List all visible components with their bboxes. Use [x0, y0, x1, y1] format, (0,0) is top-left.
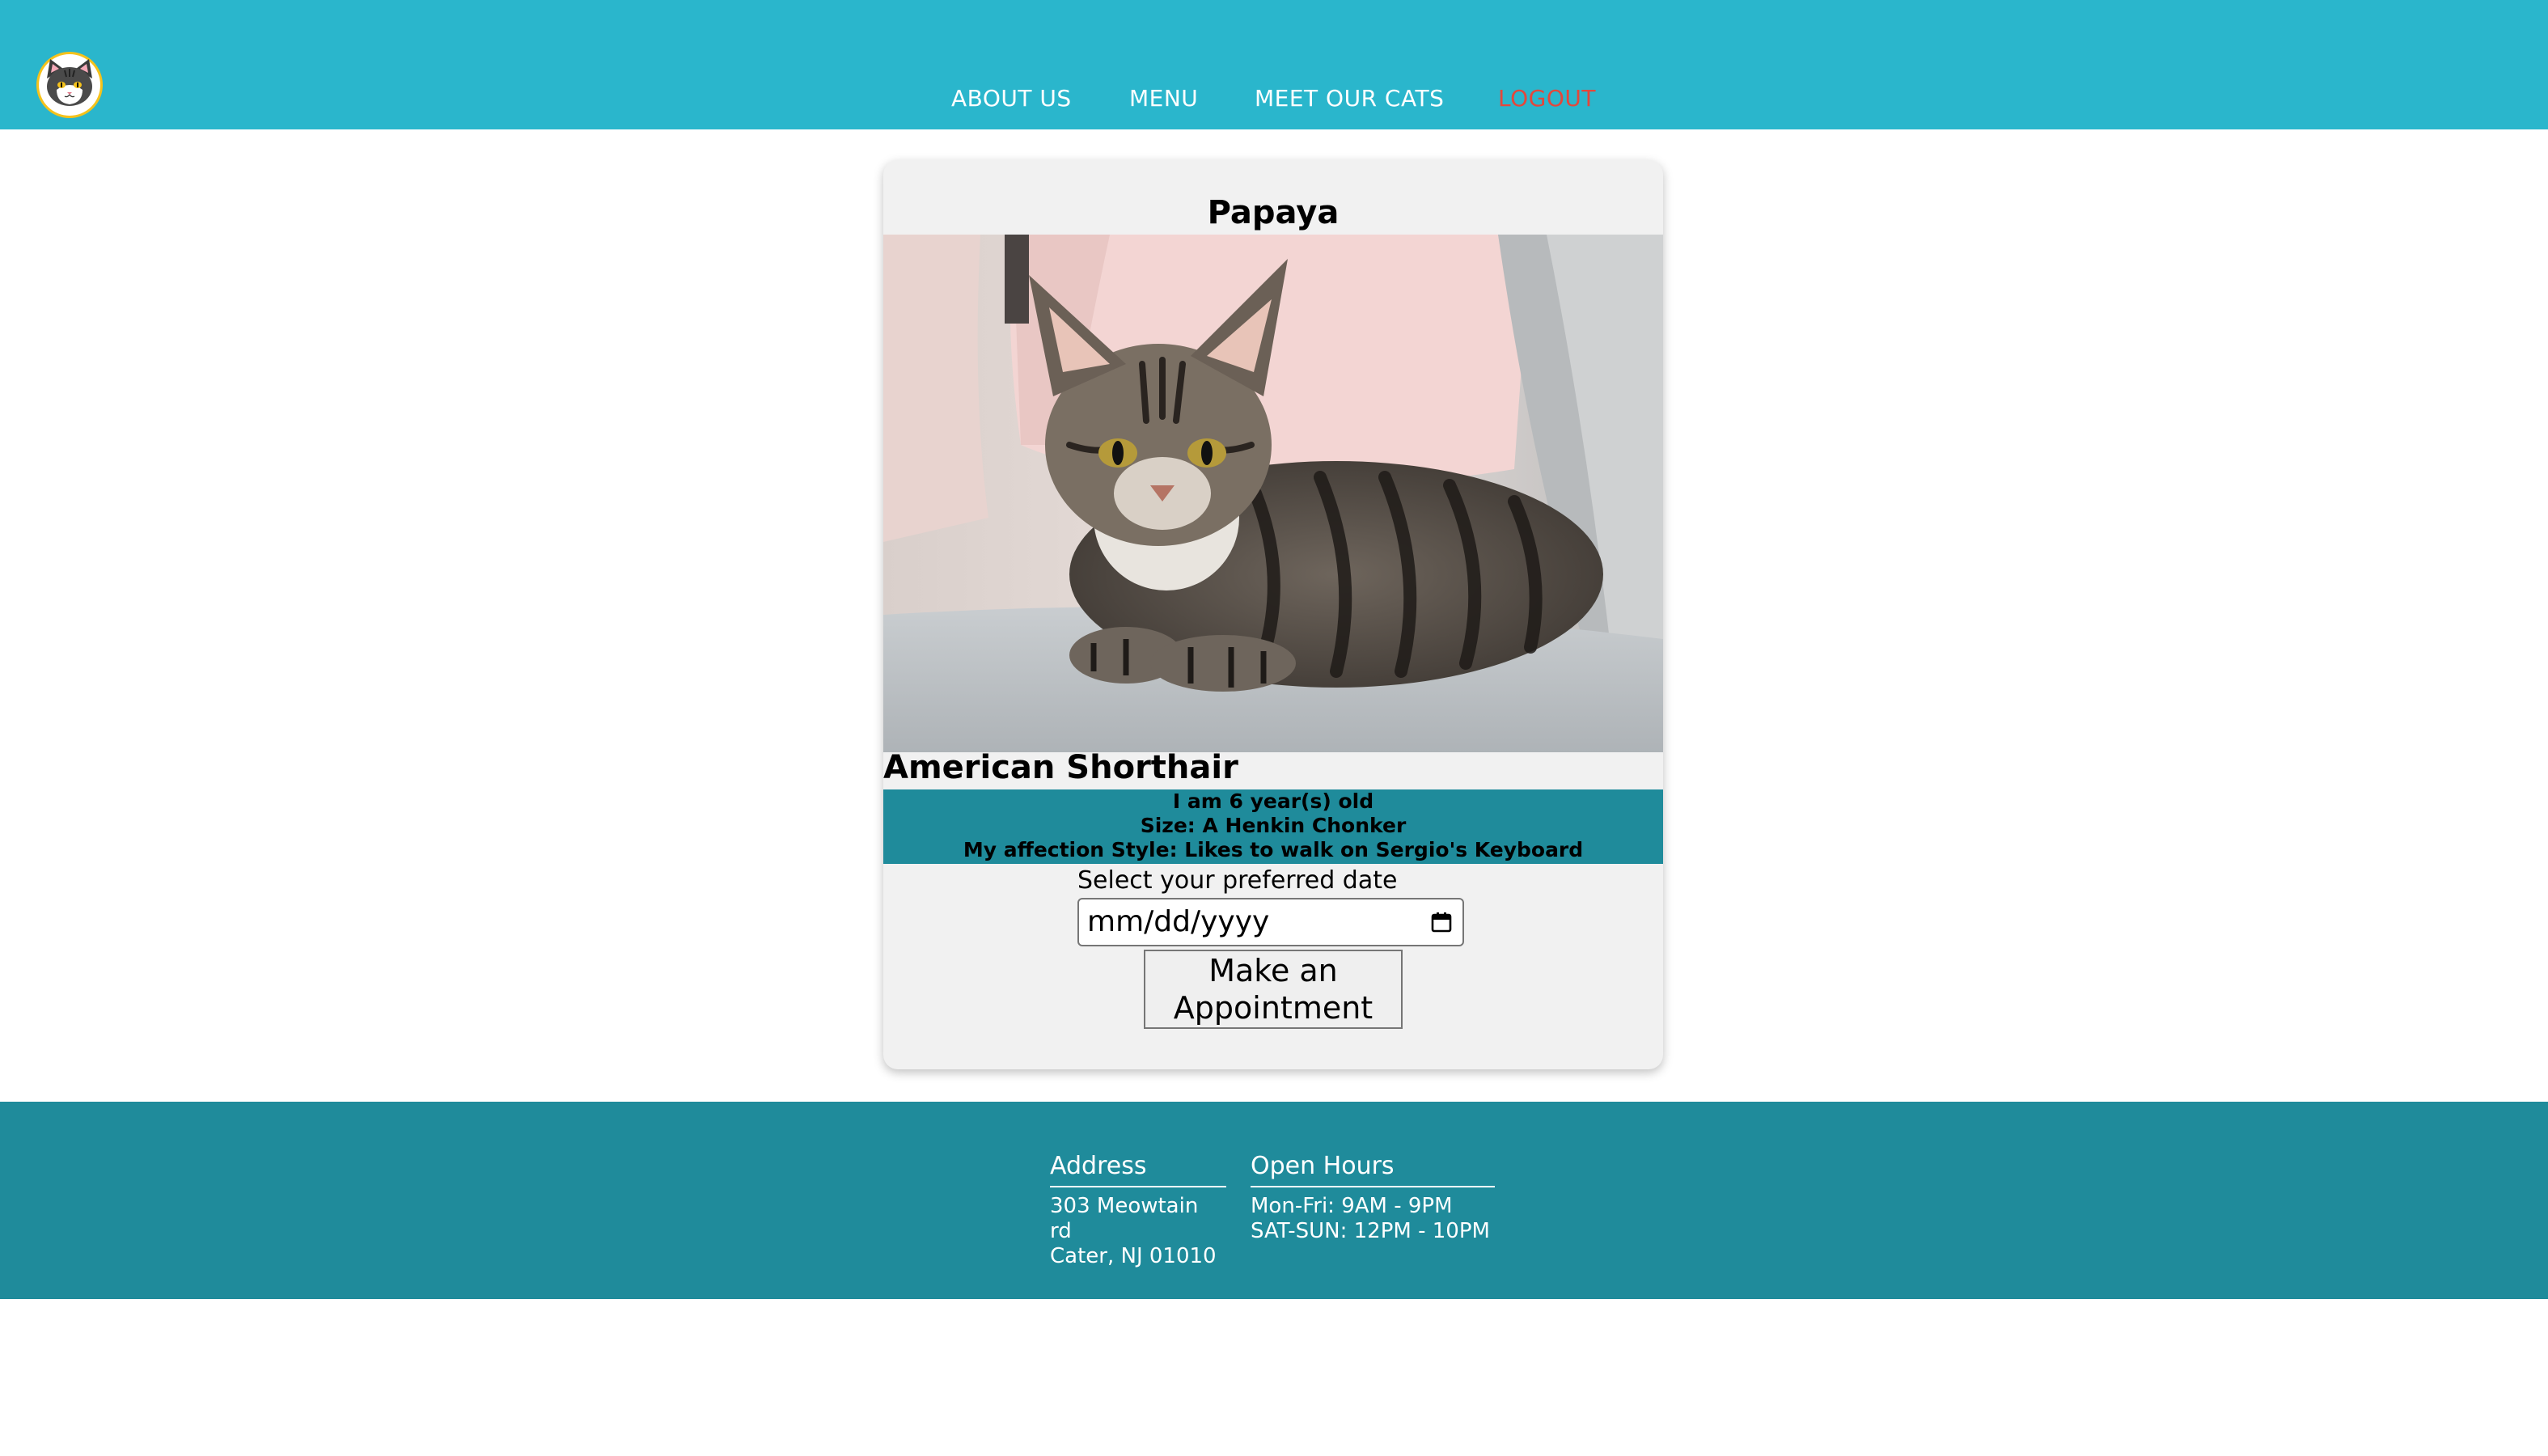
footer-address: Address 303 Meowtain rd Cater, NJ 01010: [1050, 1150, 1226, 1269]
main-nav: ABOUT US MENU MEET OUR CATS LOGOUT: [0, 83, 2548, 115]
address-line-2: Cater, NJ 01010: [1050, 1244, 1217, 1268]
hours-heading: Open Hours: [1251, 1150, 1495, 1187]
address-heading: Address: [1050, 1150, 1226, 1187]
date-label: Select your preferred date: [1077, 866, 1398, 895]
date-input[interactable]: mm/dd/yyyy: [1077, 898, 1464, 946]
make-appointment-button[interactable]: Make an Appointment: [1144, 950, 1403, 1029]
cat-size: Size: A Henkin Chonker: [1140, 814, 1407, 837]
nav-meet-our-cats[interactable]: MEET OUR CATS: [1255, 83, 1444, 115]
cat-breed: American Shorthair: [883, 749, 1238, 786]
date-input-value: mm/dd/yyyy: [1087, 905, 1270, 938]
nav-about-us[interactable]: ABOUT US: [951, 83, 1072, 115]
nav-menu[interactable]: MENU: [1129, 83, 1198, 115]
hours-weekend: SAT-SUN: 12PM - 10PM: [1251, 1219, 1490, 1243]
cat-photo: [883, 235, 1663, 752]
cat-info-panel: I am 6 year(s) old Size: A Henkin Chonke…: [883, 789, 1663, 864]
hours-weekday: Mon-Fri: 9AM - 9PM: [1251, 1194, 1453, 1218]
site-footer: Address 303 Meowtain rd Cater, NJ 01010 …: [0, 1102, 2548, 1299]
footer-open-hours: Open Hours Mon-Fri: 9AM - 9PM SAT-SUN: 1…: [1251, 1150, 1495, 1244]
nav-logout[interactable]: LOGOUT: [1498, 83, 1596, 115]
cat-card: Papaya American Shorthair I am 6 year(s)…: [883, 160, 1663, 1069]
site-header: ABOUT US MENU MEET OUR CATS LOGOUT: [0, 0, 2548, 129]
cat-age: I am 6 year(s) old: [1172, 789, 1374, 813]
cat-name: Papaya: [1207, 194, 1340, 231]
calendar-icon[interactable]: [1430, 911, 1453, 933]
cat-affection-style: My affection Style: Likes to walk on Ser…: [963, 838, 1584, 861]
address-line-1: 303 Meowtain rd: [1050, 1194, 1199, 1243]
